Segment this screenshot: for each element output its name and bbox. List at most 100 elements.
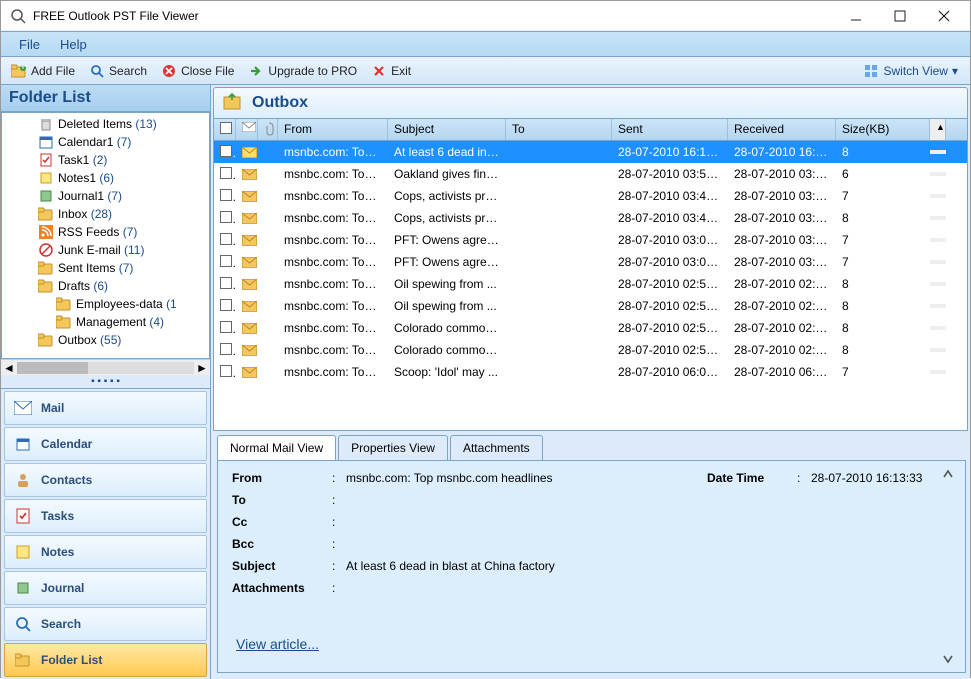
row-from: msnbc.com: Top m... xyxy=(278,165,388,183)
col-attachment-icon[interactable] xyxy=(258,119,278,140)
view-article-link[interactable]: View article... xyxy=(236,636,319,652)
menu-help[interactable]: Help xyxy=(50,33,97,56)
folder-junk-e-mail[interactable]: Junk E-mail (11) xyxy=(2,241,209,259)
nav-mail[interactable]: Mail xyxy=(4,391,207,425)
scroll-up-icon[interactable]: ▲ xyxy=(930,119,946,140)
col-checkbox[interactable] xyxy=(214,119,236,140)
preview-scroll-up[interactable] xyxy=(941,467,959,481)
folder-count: (7) xyxy=(123,225,138,239)
menu-file[interactable]: File xyxy=(9,33,50,56)
upgrade-button[interactable]: Upgrade to PRO xyxy=(242,61,363,81)
table-row[interactable]: msnbc.com: Top m....PFT: Owens agrees...… xyxy=(214,251,967,273)
row-checkbox[interactable] xyxy=(214,297,236,316)
row-checkbox[interactable] xyxy=(214,253,236,272)
table-row[interactable]: msnbc.com: Top m...Cops, activists pre..… xyxy=(214,185,967,207)
col-sent[interactable]: Sent xyxy=(612,119,728,140)
table-row[interactable]: msnbc.com: Top m....Colorado commoti...2… xyxy=(214,317,967,339)
tab-attachments[interactable]: Attachments xyxy=(450,435,543,460)
col-to[interactable]: To xyxy=(506,119,612,140)
row-scrollgap xyxy=(930,282,946,286)
minimize-button[interactable] xyxy=(834,2,878,30)
col-from[interactable]: From xyxy=(278,119,388,140)
nav-label: Notes xyxy=(41,545,74,559)
scroll-right-icon[interactable]: ► xyxy=(194,361,210,375)
folder-journal1[interactable]: Journal1 (7) xyxy=(2,187,209,205)
exit-button[interactable]: Exit xyxy=(365,61,417,81)
folder-task1[interactable]: Task1 (2) xyxy=(2,151,209,169)
row-checkbox[interactable] xyxy=(214,231,236,250)
row-checkbox[interactable] xyxy=(214,209,236,228)
folder-sent-items[interactable]: Sent Items (7) xyxy=(2,259,209,277)
table-body: msnbc.com: Top m...At least 6 dead in …2… xyxy=(214,141,967,383)
tree-grip[interactable]: ▪ ▪ ▪ ▪ ▪ xyxy=(1,375,210,388)
scroll-left-icon[interactable]: ◄ xyxy=(1,361,17,375)
table-row[interactable]: msnbc.com: Top m....Colorado commoti...2… xyxy=(214,339,967,361)
row-sent: 28-07-2010 02:59:32 xyxy=(612,275,728,293)
table-row[interactable]: msnbc.com: Top m...Oil spewing from ...2… xyxy=(214,295,967,317)
tree-hscroll[interactable]: ◄ ► xyxy=(1,359,210,375)
nav-notes[interactable]: Notes xyxy=(4,535,207,569)
col-size[interactable]: Size(KB) xyxy=(836,119,930,140)
row-checkbox[interactable] xyxy=(214,275,236,294)
row-checkbox[interactable] xyxy=(214,363,236,382)
nav-folder-list[interactable]: Folder List xyxy=(4,643,207,677)
folder-outbox[interactable]: Outbox (55) xyxy=(2,331,209,349)
message-table[interactable]: From Subject To Sent Received Size(KB) ▲… xyxy=(213,119,968,431)
table-row[interactable]: msnbc.com: Top m...At least 6 dead in …2… xyxy=(214,141,967,163)
folder-tree[interactable]: Deleted Items (13)Calendar1 (7)Task1 (2)… xyxy=(1,112,210,359)
row-sent: 28-07-2010 16:13:33 xyxy=(612,143,728,161)
nav-tasks[interactable]: Tasks xyxy=(4,499,207,533)
table-row[interactable]: msnbc.com: Top m...Scoop: 'Idol' may ...… xyxy=(214,361,967,383)
row-subject: Oakland gives fina... xyxy=(388,165,506,183)
folder-management[interactable]: Management (4) xyxy=(2,313,209,331)
rss-icon xyxy=(38,224,54,240)
folder-icon xyxy=(56,296,72,312)
folder-count: (13) xyxy=(135,117,156,131)
folder-drafts[interactable]: Drafts (6) xyxy=(2,277,209,295)
row-checkbox[interactable] xyxy=(214,341,236,360)
row-checkbox[interactable] xyxy=(214,187,236,206)
sent-icon xyxy=(38,260,54,276)
folder-notes1[interactable]: Notes1 (6) xyxy=(2,169,209,187)
row-size: 6 xyxy=(836,165,930,183)
tab-properties[interactable]: Properties View xyxy=(338,435,448,460)
tab-normal[interactable]: Normal Mail View xyxy=(217,435,336,460)
calendar-icon xyxy=(13,434,33,454)
search-button[interactable]: Search xyxy=(83,61,153,81)
col-subject[interactable]: Subject xyxy=(388,119,506,140)
table-row[interactable]: msnbc.com: Top m...Cops, activists pre..… xyxy=(214,207,967,229)
drafts-icon xyxy=(38,278,54,294)
close-button[interactable] xyxy=(922,2,966,30)
maximize-button[interactable] xyxy=(878,2,922,30)
folder-calendar1[interactable]: Calendar1 (7) xyxy=(2,133,209,151)
envelope-icon xyxy=(236,167,258,182)
list-title: Outbox xyxy=(252,94,308,112)
folder-deleted-items[interactable]: Deleted Items (13) xyxy=(2,115,209,133)
nav-search[interactable]: Search xyxy=(4,607,207,641)
row-checkbox[interactable] xyxy=(214,165,236,184)
folder-employees-data[interactable]: Employees-data (1 xyxy=(2,295,209,313)
col-received[interactable]: Received xyxy=(728,119,836,140)
folder-icon xyxy=(56,314,72,330)
title-bar: FREE Outlook PST File Viewer xyxy=(1,1,970,31)
add-file-button[interactable]: + Add File xyxy=(5,61,81,81)
row-to xyxy=(506,348,612,352)
close-file-button[interactable]: Close File xyxy=(155,61,240,81)
row-received: 28-07-2010 03:05:11 xyxy=(728,253,836,271)
folder-label: Deleted Items xyxy=(58,117,132,131)
row-checkbox[interactable] xyxy=(214,319,236,338)
row-checkbox[interactable] xyxy=(214,143,236,162)
table-row[interactable]: msnbc.com: Top m...Oakland gives fina...… xyxy=(214,163,967,185)
col-envelope-icon[interactable] xyxy=(236,119,258,140)
row-attachment xyxy=(258,150,278,154)
nav-calendar[interactable]: Calendar xyxy=(4,427,207,461)
preview-scroll-down[interactable] xyxy=(941,652,959,666)
table-row[interactable]: msnbc.com: Top m...Oil spewing from ...2… xyxy=(214,273,967,295)
nav-contacts[interactable]: Contacts xyxy=(4,463,207,497)
folder-rss-feeds[interactable]: RSS Feeds (7) xyxy=(2,223,209,241)
nav-journal[interactable]: Journal xyxy=(4,571,207,605)
folder-inbox[interactable]: Inbox (28) xyxy=(2,205,209,223)
scroll-track[interactable] xyxy=(17,362,194,374)
table-row[interactable]: msnbc.com: Top m....PFT: Owens agrees...… xyxy=(214,229,967,251)
switch-view-button[interactable]: Switch View ▾ xyxy=(857,61,964,81)
